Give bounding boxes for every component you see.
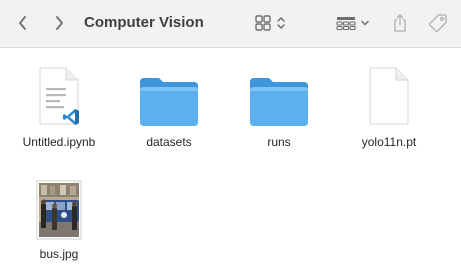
group-list-icon [335,17,356,31]
window-title: Computer Vision [84,14,204,31]
up-down-chevron-icon [277,17,285,29]
group-button[interactable] [330,11,374,35]
view-mode-button[interactable] [250,11,290,35]
folder-icon [229,64,329,128]
file-item-untitled-ipynb[interactable]: Untitled.ipynb [9,64,109,150]
image-thumbnail-icon [9,176,109,240]
vscode-document-icon [9,64,109,128]
chevron-left-icon [19,16,26,30]
tag-icon [429,14,447,32]
file-grid: Untitled.ipynb datasets runs yolo11n.pt … [0,48,461,280]
blank-document-icon [339,64,439,128]
file-name: yolo11n.pt [361,135,417,149]
share-button[interactable] [388,10,412,36]
tag-button[interactable] [425,11,451,35]
file-item-datasets[interactable]: datasets [119,64,219,150]
file-name: bus.jpg [39,247,79,261]
share-icon [394,14,406,32]
file-item-yolo11n-pt[interactable]: yolo11n.pt [339,64,439,150]
finder-toolbar: Computer Vision [0,0,461,48]
file-name: datasets [146,135,192,149]
file-item-bus-jpg[interactable]: bus.jpg [9,176,109,262]
file-item-runs[interactable]: runs [229,64,329,150]
forward-button[interactable] [48,12,70,34]
grid-view-icon [255,15,271,31]
chevron-down-icon [360,20,369,26]
folder-icon [119,64,219,128]
back-button[interactable] [12,12,34,34]
file-name: runs [267,135,291,149]
file-name: Untitled.ipynb [22,135,96,149]
chevron-right-icon [56,16,63,30]
